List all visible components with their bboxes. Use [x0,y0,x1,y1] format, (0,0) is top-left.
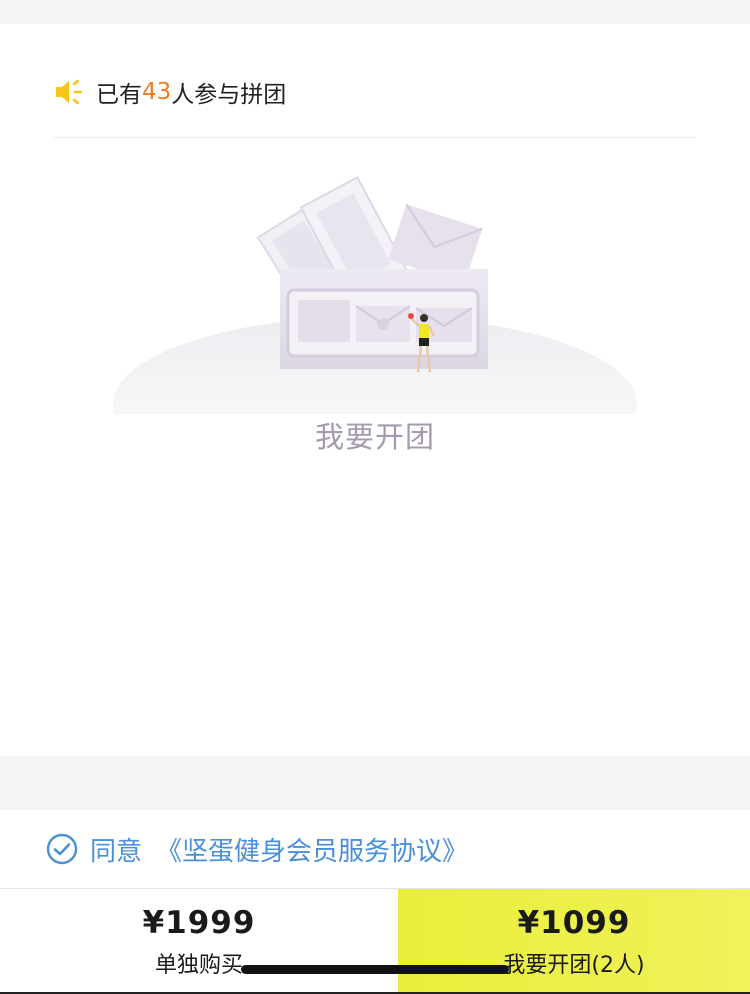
home-indicator [241,965,509,974]
top-spacer [0,0,750,24]
divider [54,137,696,138]
speaker-icon [54,78,86,106]
check-circle-icon[interactable] [46,833,78,865]
participant-count: 43 [142,79,172,105]
purchase-bar: ¥1999 单独购买 ¥1099 我要开团(2人) [0,888,750,994]
agree-label[interactable]: 同意 [90,831,142,868]
empty-state-text: 我要开团 [314,420,435,454]
service-agreement-link[interactable]: 《坚蛋健身会员服务协议》 [156,831,468,868]
single-purchase-label: 单独购买 [154,953,243,978]
group-purchase-button[interactable]: ¥1099 我要开团(2人) [398,889,750,994]
empty-box-illustration [0,174,750,492]
notice-suffix: 人参与拼团 [171,82,287,108]
group-buy-card: 已有 43 人参与拼团 我要开团 [0,24,750,756]
group-price: ¥1099 [517,905,631,941]
group-purchase-label: 我要开团(2人) [503,953,645,978]
single-price: ¥1999 [142,905,256,941]
participants-notice: 已有 43 人参与拼团 [54,68,286,116]
page: 已有 43 人参与拼团 我要开团 同意 《坚蛋健身会员服务协议》 ¥1999 单… [0,0,750,994]
single-purchase-button[interactable]: ¥1999 单独购买 [0,889,398,994]
notice-prefix: 已有 [96,82,142,108]
agreement-row: 同意 《坚蛋健身会员服务协议》 [0,810,750,888]
section-gap [0,756,750,810]
